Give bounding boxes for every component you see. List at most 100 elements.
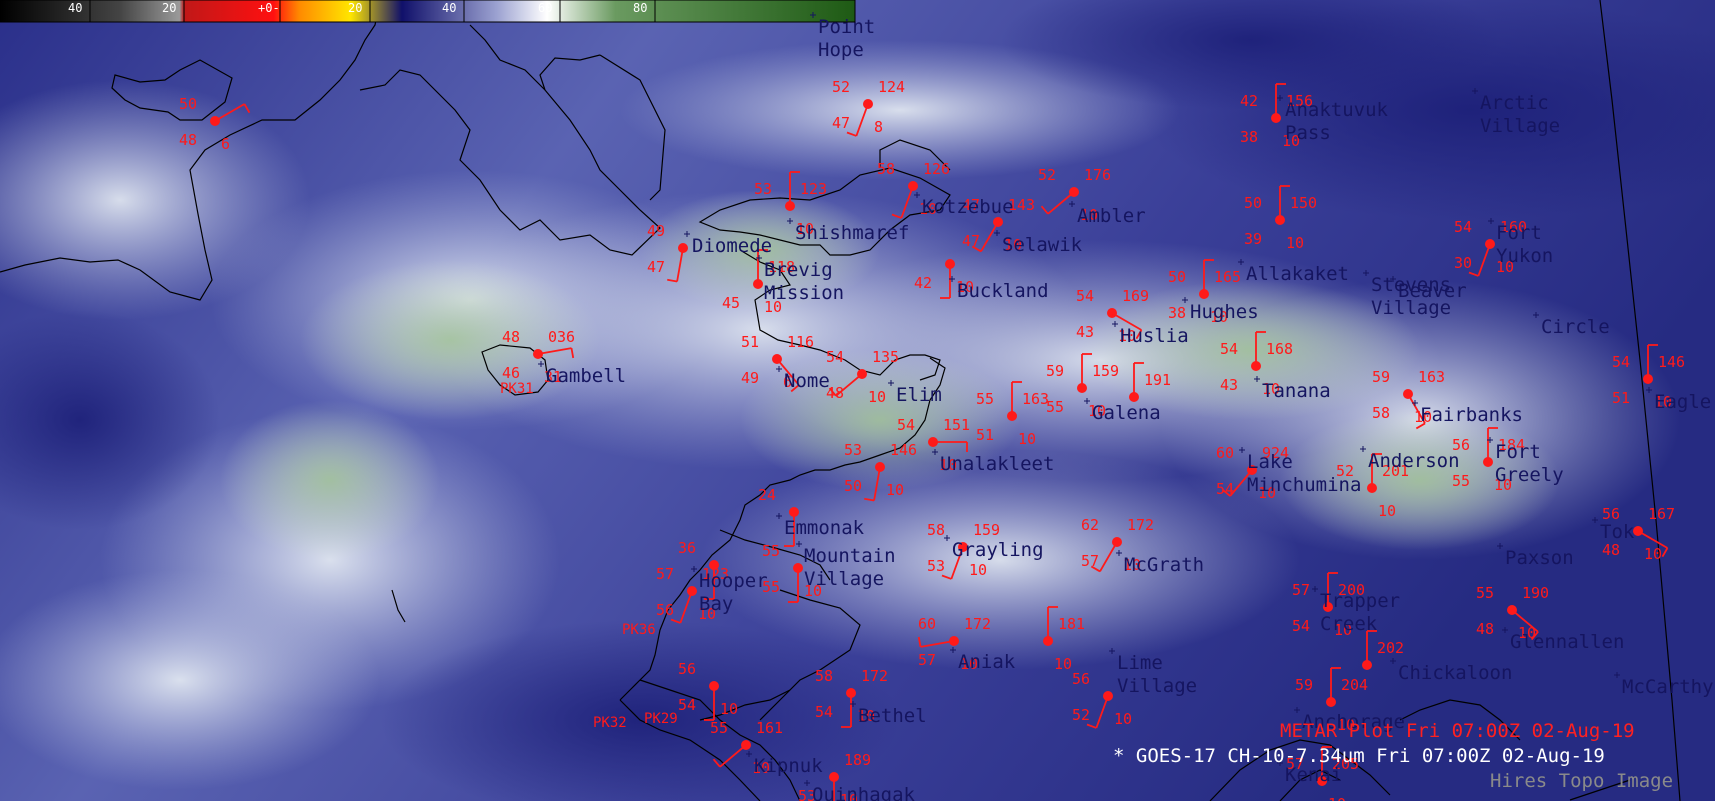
pressure-value: 159 — [1092, 362, 1119, 380]
town-galena: Galena — [1084, 398, 1161, 424]
pressure-value: 168 — [1266, 340, 1293, 358]
town-label-line: Gambell — [546, 365, 626, 387]
temperature-value: 50 — [1168, 268, 1186, 286]
temperature-value: 24 — [758, 486, 776, 504]
town-huslia: Huslia — [1112, 321, 1189, 347]
dewpoint-value: 45 — [722, 294, 740, 312]
dewpoint-value: 51 — [1612, 389, 1630, 407]
town-label-line: Village — [1117, 675, 1197, 697]
town-quinhagak: Quinhagak — [804, 780, 916, 801]
temperature-value: 58 — [877, 160, 895, 178]
dewpoint-value: 30 — [1454, 254, 1472, 272]
temperature-value: 52 — [832, 78, 850, 96]
visibility-value: 10 — [1328, 795, 1346, 801]
pressure-value: 191 — [1144, 371, 1171, 389]
temperature-value: 50 — [1244, 194, 1262, 212]
dewpoint-value: 48 — [179, 131, 197, 149]
town-label-line: Tanana — [1262, 380, 1331, 402]
town-label-line: Stevens — [1371, 274, 1451, 296]
visibility-value: 10 — [1114, 710, 1132, 728]
pressure-value: 159 — [973, 521, 1000, 539]
dewpoint-value: 57 — [1081, 552, 1099, 570]
dewpoint-value: 50 — [844, 477, 862, 495]
temperature-value: 48 — [502, 328, 520, 346]
town-hughes: Hughes — [1182, 297, 1259, 323]
town-fairbanks: Fairbanks — [1412, 400, 1523, 426]
pressure-value: 165 — [1214, 268, 1241, 286]
temperature-value: 55 — [762, 542, 780, 560]
colorbar-tick-label: 60 — [538, 1, 552, 15]
pressure-value: 190 — [1522, 584, 1549, 602]
temperature-value: 53 — [754, 180, 772, 198]
town-label-line: Kotzebue — [922, 196, 1014, 218]
dewpoint-value: 57 — [918, 651, 936, 669]
town-label-line: Village — [1480, 115, 1560, 137]
temperature-value: 60 — [1216, 444, 1234, 462]
town-mountain-village: MountainVillage — [796, 541, 896, 590]
town-label-line: Arctic — [1480, 92, 1549, 114]
town-label-line: Anderson — [1368, 450, 1460, 472]
town-label-line: Creek — [1320, 613, 1378, 635]
town-label-line: Quinhagak — [812, 784, 916, 801]
peak-wind-label: PK36 — [622, 622, 656, 638]
town-label-line: Brevig — [764, 259, 833, 281]
town-tanana: Tanana — [1254, 376, 1331, 402]
pressure-value: 181 — [1058, 615, 1085, 633]
topo-label: Hires Topo Image — [1490, 770, 1673, 792]
metar-plot-label: METAR Plot Fri 07:00Z 02-Aug-19 — [1280, 720, 1635, 742]
town-label-line: Minchumina — [1247, 474, 1361, 496]
dewpoint-value: 51 — [976, 426, 994, 444]
pressure-value: 167 — [1648, 505, 1675, 523]
town-stevens-village: StevensVillage — [1363, 270, 1451, 319]
temperature-value: 54 — [1454, 218, 1472, 236]
town-label-line: Kenai — [1285, 764, 1342, 786]
dewpoint-value: 48 — [1602, 541, 1620, 559]
town-label-line: Selawik — [1002, 234, 1083, 256]
town-diomede: Diomede — [684, 231, 772, 257]
dewpoint-value: 52 — [1072, 706, 1090, 724]
pressure-value: 126 — [923, 160, 950, 178]
pressure-value: 204 — [1341, 676, 1368, 694]
pressure-value: 146 — [1658, 353, 1685, 371]
temperature-value: 59 — [1046, 362, 1064, 380]
dewpoint-value: 55 — [1452, 472, 1470, 490]
dewpoint-value: 56 — [656, 601, 674, 619]
town-label-line: Paxson — [1505, 547, 1574, 569]
visibility-value: 8 — [874, 118, 883, 136]
temperature-value: 62 — [1081, 516, 1099, 534]
colorbar-tick-label: 20 — [348, 1, 362, 15]
visibility-value: 10 — [886, 481, 904, 499]
temperature-value: 54 — [1220, 340, 1238, 358]
dewpoint-value: 42 — [914, 274, 932, 292]
town-buckland: Buckland — [949, 276, 1049, 302]
visibility-value: 10 — [969, 561, 987, 579]
town-label-line: Grayling — [952, 539, 1044, 561]
town-label-line: Elim — [896, 384, 942, 406]
town-label-line: Hope — [818, 39, 864, 61]
visibility-value: 6 — [221, 135, 230, 153]
peak-wind-label: PK31 — [500, 381, 534, 397]
town-label-line: Mountain — [804, 545, 896, 567]
town-label-line: Eagle — [1654, 391, 1711, 413]
town-label-line: Galena — [1092, 402, 1161, 424]
town-bethel: Bethel — [850, 701, 927, 727]
town-label-line: Lake — [1247, 451, 1293, 473]
dewpoint-value: 58 — [1372, 404, 1390, 422]
town-allakaket: Allakaket — [1238, 259, 1349, 285]
colorbar-tick-label: 20 — [162, 1, 176, 15]
visibility-value: 10 — [1644, 545, 1662, 563]
pressure-value: 163 — [1418, 368, 1445, 386]
town-label-line: Lime — [1117, 652, 1163, 674]
pressure-value: 116 — [787, 333, 814, 351]
town-elim: Elim — [888, 380, 942, 406]
town-nome: Nome — [776, 366, 830, 392]
temperature-value: 55 — [976, 390, 994, 408]
town-chickaloon: Chickaloon — [1390, 658, 1512, 684]
dewpoint-value: 47 — [832, 114, 850, 132]
dewpoint-value: 54 — [815, 703, 833, 721]
colorbar-tick-label: 40 — [442, 1, 456, 15]
pressure-value: 151 — [943, 416, 970, 434]
town-label-line: Chickaloon — [1398, 662, 1512, 684]
town-unalakleet: Unalakleet — [932, 449, 1054, 475]
town-label-line: Buckland — [957, 280, 1049, 302]
